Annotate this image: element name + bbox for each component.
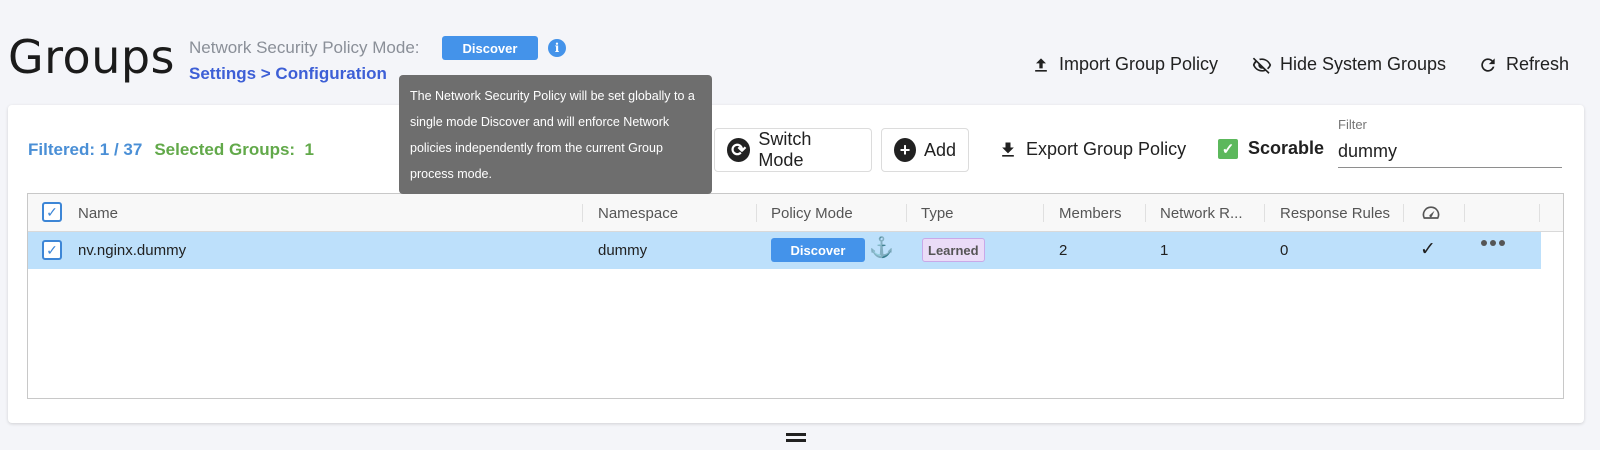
column-header-network-rules[interactable]: Network R... [1160,205,1243,222]
more-actions-icon[interactable] [1481,240,1505,246]
speedometer-icon[interactable] [1421,204,1441,222]
eye-off-icon [1252,57,1272,74]
refresh-button[interactable]: Refresh [1478,54,1569,75]
policy-mode-tooltip: The Network Security Policy will be set … [399,75,712,194]
table-row[interactable]: ✓ nv.nginx.dummy dummy Discover ⚓ Learne… [28,232,1541,269]
export-group-policy-button[interactable]: Export Group Policy [998,139,1186,160]
column-divider[interactable] [756,204,757,222]
cell-response-rules: 0 [1280,242,1289,259]
cell-namespace: dummy [598,242,648,259]
page-title: Groups [8,30,176,84]
column-divider[interactable] [1264,204,1265,222]
switch-mode-button[interactable]: ⟳ Switch Mode [714,128,872,172]
selected-groups-label: Selected Groups: 1 [154,140,314,160]
scorable-check-icon: ✓ [1420,239,1436,260]
column-header-response-rules[interactable]: Response Rules [1280,205,1390,222]
filter-label: Filter [1338,117,1367,132]
refresh-label: Refresh [1506,54,1570,74]
import-group-policy-label: Import Group Policy [1059,54,1219,74]
breadcrumb-link[interactable]: Settings > Configuration [189,64,387,84]
column-divider[interactable] [1403,204,1404,222]
row-checkbox[interactable]: ✓ [42,240,62,260]
column-header-policy-mode[interactable]: Policy Mode [771,205,853,222]
group-counts: Filtered: 1 / 37 Selected Groups: 1 [28,140,314,160]
scorable-checkbox[interactable]: ✓ [1218,138,1238,159]
selected-groups-count: 1 [304,140,315,159]
policy-mode-badge[interactable]: Discover [442,36,538,60]
select-all-checkbox[interactable]: ✓ [42,202,62,222]
policy-mode-label: Network Security Policy Mode: [189,38,420,57]
hide-system-groups-button[interactable]: Hide System Groups [1252,54,1446,75]
hide-system-groups-label: Hide System Groups [1280,54,1447,74]
import-group-policy-button[interactable]: Import Group Policy [1031,54,1218,75]
download-icon [1002,142,1014,157]
add-label: Add [923,139,956,160]
groups-table: ✓ Name Namespace Policy Mode Type Member… [27,193,1564,399]
scorable-toggle[interactable]: ✓ Scorable [1218,138,1324,159]
column-divider[interactable] [906,204,907,222]
column-header-members[interactable]: Members [1059,205,1122,222]
column-header-name[interactable]: Name [78,205,118,222]
column-header-namespace[interactable]: Namespace [598,205,678,222]
selected-groups-text: Selected Groups: [154,140,296,159]
table-header: ✓ Name Namespace Policy Mode Type Member… [28,194,1563,232]
column-divider[interactable] [1464,204,1465,222]
policy-mode-badge[interactable]: Discover [771,238,865,262]
filtered-count: Filtered: 1 / 37 [28,140,143,159]
refresh-icon [1481,57,1495,72]
column-divider[interactable] [582,204,583,222]
cell-network-rules: 1 [1160,242,1169,259]
switch-mode-label: Switch Mode [758,129,812,170]
export-group-policy-label: Export Group Policy [1026,139,1187,159]
column-divider[interactable] [1539,204,1540,222]
plus-icon: + [894,138,916,162]
filter-input[interactable] [1338,136,1562,168]
info-icon[interactable]: i [548,39,566,57]
scorable-label: Scorable [1248,138,1325,158]
cell-members: 2 [1059,242,1068,259]
anchor-icon: ⚓ [869,237,894,259]
resize-handle-icon[interactable] [786,433,806,445]
type-badge: Learned [922,238,985,262]
column-divider[interactable] [1145,204,1146,222]
sync-icon: ⟳ [727,138,751,162]
column-divider[interactable] [1043,204,1044,222]
upload-icon [1035,57,1047,72]
column-header-type[interactable]: Type [921,205,954,222]
add-button[interactable]: + Add [881,128,969,172]
cell-name: nv.nginx.dummy [78,242,187,259]
